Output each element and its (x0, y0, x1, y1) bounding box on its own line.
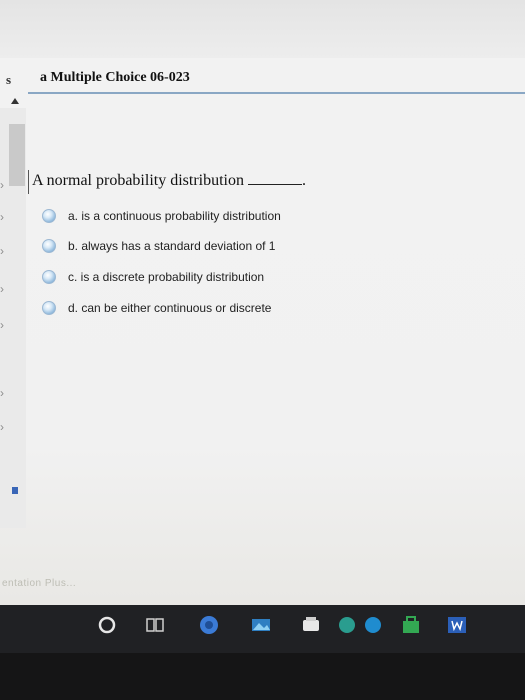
answer-option-b[interactable]: b. always has a standard deviation of 1 (42, 236, 275, 256)
app-window: s a Multiple Choice 06-023 › › › › › › ›… (0, 0, 525, 640)
question-text: A normal probability distribution. (32, 172, 306, 190)
answer-option-d[interactable]: d. can be either continuous or discrete (42, 298, 271, 318)
question-stem: A normal probability distribution (32, 172, 244, 189)
chevron-right-icon[interactable]: › (0, 210, 10, 224)
option-label: a. is a continuous probability distribut… (68, 209, 281, 223)
radio-button-icon[interactable] (42, 270, 56, 284)
chrome-icon[interactable] (198, 614, 220, 636)
option-label: d. can be either continuous or discrete (68, 301, 272, 315)
scroll-up-arrow-icon[interactable] (11, 98, 19, 104)
radio-button-icon[interactable] (42, 239, 56, 253)
word-icon[interactable] (446, 614, 468, 636)
photos-icon[interactable] (250, 614, 272, 636)
chevron-right-icon[interactable]: › (0, 318, 10, 332)
chevron-right-icon[interactable]: › (0, 178, 10, 192)
page-title: a Multiple Choice 06-023 (40, 70, 190, 85)
chevron-right-icon[interactable]: › (0, 244, 10, 258)
app-icon[interactable] (300, 614, 322, 636)
question-frame-edge (28, 170, 29, 194)
task-view-icon[interactable] (144, 614, 166, 636)
store-icon[interactable] (400, 614, 422, 636)
answer-option-c[interactable]: c. is a discrete probability distributio… (42, 267, 264, 287)
question-blank (247, 184, 302, 185)
background-window-text: entation Plus... (2, 578, 77, 589)
edge-icon[interactable] (336, 614, 358, 636)
cortana-icon[interactable] (96, 614, 118, 636)
chevron-right-icon[interactable]: › (0, 420, 10, 434)
tab-letter: s (6, 72, 12, 87)
header-divider (28, 92, 525, 94)
current-question-marker (12, 487, 18, 494)
option-label: c. is a discrete probability distributio… (68, 270, 265, 284)
store-app-icon[interactable] (362, 614, 384, 636)
scrollbar-thumb[interactable] (9, 124, 25, 186)
chevron-right-icon[interactable]: › (0, 282, 10, 296)
chevron-right-icon[interactable]: › (0, 386, 10, 400)
radio-button-icon[interactable] (42, 209, 56, 223)
option-label: b. always has a standard deviation of 1 (68, 239, 276, 253)
answer-option-a[interactable]: a. is a continuous probability distribut… (42, 206, 281, 226)
browser-top-strip (0, 0, 525, 58)
question-end-punct: . (301, 172, 306, 189)
monitor-bezel (0, 653, 525, 700)
radio-button-icon[interactable] (42, 301, 56, 315)
